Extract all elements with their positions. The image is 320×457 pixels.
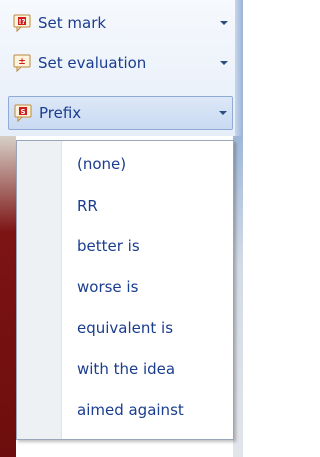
- prefix-menu: (none) RR better is worse is equivalent …: [16, 140, 234, 440]
- menu-item-aimed-against[interactable]: aimed against: [17, 391, 233, 429]
- svg-text:!?: !?: [18, 18, 25, 26]
- menu-item-label: (none): [77, 155, 127, 173]
- menu-item-label: aimed against: [77, 401, 184, 419]
- set-evaluation-icon: ±: [13, 54, 31, 73]
- menu-item-label: equivalent is: [77, 319, 174, 337]
- set-mark-button[interactable]: !? Set mark: [8, 6, 233, 40]
- set-mark-icon: !?: [13, 14, 31, 33]
- chevron-down-icon: [220, 61, 228, 65]
- background-window-right: [233, 136, 243, 457]
- menu-item-better-is[interactable]: better is: [17, 227, 233, 265]
- menu-item-label: worse is: [77, 278, 139, 296]
- prefix-icon: S: [14, 104, 32, 123]
- set-evaluation-dropdown[interactable]: [215, 46, 233, 80]
- prefix-dropdown[interactable]: [214, 96, 232, 130]
- prefix-button[interactable]: S Prefix: [8, 96, 233, 130]
- prefix-toolbar: !? Set mark ± Set evaluation S Prefix: [0, 0, 243, 136]
- background-window-left: [0, 136, 16, 457]
- prefix-label: Prefix: [39, 104, 82, 122]
- set-mark-dropdown[interactable]: [215, 6, 233, 40]
- set-evaluation-button[interactable]: ± Set evaluation: [8, 46, 233, 80]
- menu-item-none[interactable]: (none): [17, 145, 233, 183]
- svg-text:S: S: [20, 108, 25, 116]
- set-mark-label: Set mark: [38, 14, 107, 32]
- menu-item-with-the-idea[interactable]: with the idea: [17, 350, 233, 388]
- menu-item-label: better is: [77, 237, 140, 255]
- menu-item-rr[interactable]: RR: [17, 187, 233, 225]
- chevron-down-icon: [219, 111, 227, 115]
- svg-text:±: ±: [18, 57, 26, 67]
- menu-item-equivalent-is[interactable]: equivalent is: [17, 309, 233, 347]
- menu-item-worse-is[interactable]: worse is: [17, 268, 233, 306]
- chevron-down-icon: [220, 21, 228, 25]
- set-evaluation-label: Set evaluation: [38, 54, 147, 72]
- menu-item-label: with the idea: [77, 360, 176, 378]
- menu-item-label: RR: [77, 197, 98, 215]
